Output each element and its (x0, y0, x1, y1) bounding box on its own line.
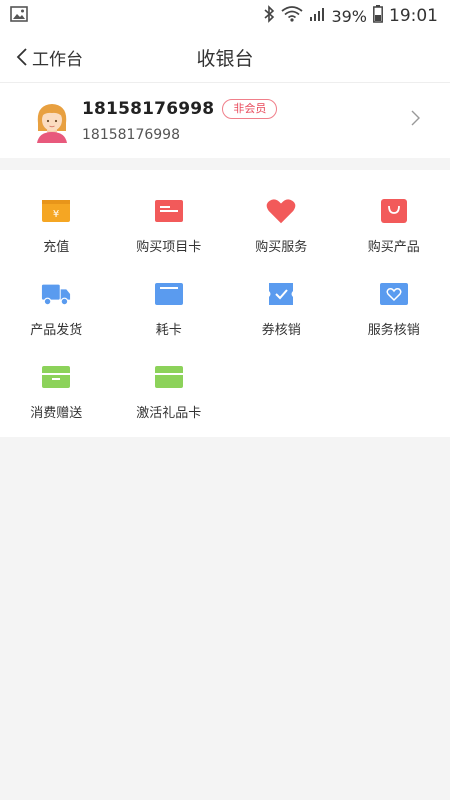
chevron-right-icon (411, 110, 420, 126)
project-card-icon (154, 196, 184, 226)
service-verify-icon (379, 279, 409, 309)
battery-icon (373, 4, 383, 28)
chevron-left-icon (16, 48, 27, 66)
avatar (30, 99, 74, 143)
grid-item-label: 购买产品 (367, 240, 420, 255)
svg-text:¥: ¥ (53, 209, 59, 220)
grid-item-label: 产品发货 (30, 323, 83, 338)
activate-card-icon (154, 362, 184, 392)
back-button[interactable]: 工作台 (0, 45, 83, 70)
grid-item-label: 券核销 (261, 323, 301, 338)
grid-item-recharge[interactable]: ¥ 充值 (0, 196, 113, 255)
wifi-icon (281, 5, 303, 27)
back-label: 工作台 (32, 49, 83, 70)
bluetooth-icon (263, 4, 275, 28)
status-badge: 非会员 (222, 98, 278, 119)
truck-icon (41, 279, 71, 309)
grid-item-label: 耗卡 (155, 323, 182, 338)
grid-item-consume-gift[interactable]: 消费赠送 (0, 362, 113, 421)
member-phone: 18158176998 (82, 126, 180, 143)
grid-item-label: 充值 (43, 240, 70, 255)
nav-bar: 工作台 收银台 (0, 32, 450, 83)
grid-item-product-shipping[interactable]: 产品发货 (0, 279, 113, 338)
clock: 19:01 (389, 6, 438, 26)
member-name: 18158176998 (82, 98, 215, 119)
grid-item-label: 购买服务 (255, 240, 308, 255)
gallery-notification-icon (10, 5, 28, 27)
grid-item-label: 购买项目卡 (136, 240, 202, 255)
grid-item-coupon-verify[interactable]: 券核销 (225, 279, 338, 338)
grid-item-buy-project-card[interactable]: 购买项目卡 (113, 196, 226, 255)
battery-percent: 39% (331, 6, 367, 26)
function-grid: ¥ 充值 购买项目卡 购买服务 购买产品 产品发货 耗卡 券核销 服务核销 消费… (0, 170, 450, 437)
signal-icon (309, 6, 325, 26)
heart-icon (266, 196, 296, 226)
recharge-icon: ¥ (41, 196, 71, 226)
grid-item-label: 服务核销 (367, 323, 420, 338)
grid-item-activate-gift-card[interactable]: 激活礼品卡 (113, 362, 226, 421)
grid-item-label: 消费赠送 (30, 406, 83, 421)
grid-item-label: 激活礼品卡 (136, 406, 202, 421)
gift-card-icon (41, 362, 71, 392)
shopping-bag-icon (379, 196, 409, 226)
coupon-check-icon (266, 279, 296, 309)
card-icon (154, 279, 184, 309)
member-card[interactable]: 18158176998 非会员 18158176998 (0, 83, 450, 170)
grid-item-buy-product[interactable]: 购买产品 (338, 196, 450, 255)
status-bar: 39% 19:01 (0, 0, 450, 32)
grid-item-consume-card[interactable]: 耗卡 (113, 279, 226, 338)
grid-item-buy-service[interactable]: 购买服务 (225, 196, 338, 255)
grid-item-service-verify[interactable]: 服务核销 (338, 279, 450, 338)
